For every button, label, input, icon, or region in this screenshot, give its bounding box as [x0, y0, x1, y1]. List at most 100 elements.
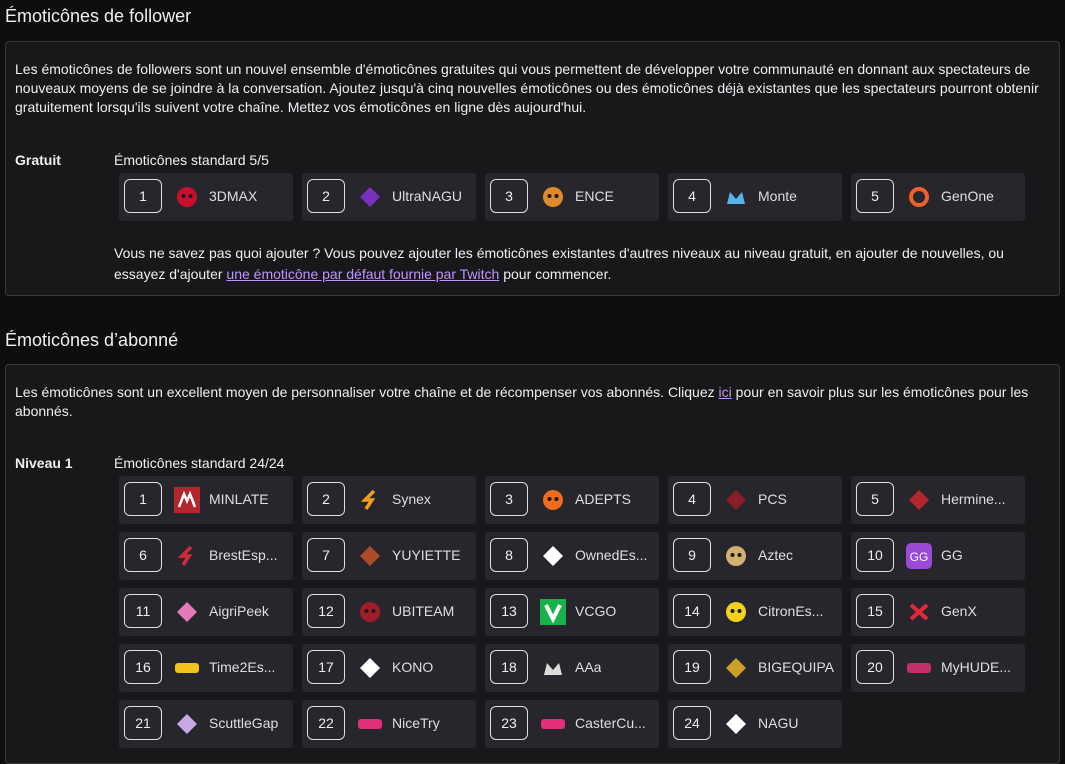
emote-name: GenOne: [941, 188, 994, 204]
emote-name: Synex: [392, 491, 431, 507]
white-ninja-icon: [722, 710, 750, 738]
emote-name: AigriPeek: [209, 603, 269, 619]
emote-name: VCGO: [575, 603, 617, 619]
emote-slot[interactable]: 8 OwnedEs...: [485, 532, 659, 580]
emote-slot[interactable]: 4 Monte: [668, 173, 842, 221]
emote-slot-number: 2: [307, 482, 345, 516]
emote-slot[interactable]: 1 MINLATE: [119, 476, 293, 524]
emote-slot[interactable]: 5 GenOne: [851, 173, 1025, 221]
orange-face-icon: [539, 183, 567, 211]
emote-slot[interactable]: 9 Aztec: [668, 532, 842, 580]
emote-slot[interactable]: 21 ScuttleGap: [119, 700, 293, 748]
emote-slot[interactable]: 3 ADEPTS: [485, 476, 659, 524]
help-text-end: pour commencer.: [499, 266, 612, 282]
emote-slot[interactable]: 23 CasterCu...: [485, 700, 659, 748]
emote-name: NiceTry: [392, 715, 440, 731]
emote-slot[interactable]: 18 AAa: [485, 644, 659, 692]
emote-slot-number: 13: [490, 594, 528, 628]
emote-slot-number: 6: [124, 538, 162, 572]
brown-horse-icon: [356, 542, 384, 570]
tier-1-label: Niveau 1: [15, 455, 73, 471]
subscriber-desc-start: Les émoticônes sont un excellent moyen d…: [15, 384, 719, 400]
red-ermine-icon: [905, 486, 933, 514]
emote-slot[interactable]: 10 GG GG: [851, 532, 1025, 580]
emote-name: MINLATE: [209, 491, 269, 507]
emote-slot[interactable]: 5 Hermine...: [851, 476, 1025, 524]
green-v-icon: [539, 598, 567, 626]
emote-name: PCS: [758, 491, 787, 507]
red-m-logo-icon: [173, 486, 201, 514]
emote-slot[interactable]: 3 ENCE: [485, 173, 659, 221]
emote-slot[interactable]: 12 UBITEAM: [302, 588, 476, 636]
emote-slot-number: 19: [673, 650, 711, 684]
emote-slot[interactable]: 2 Synex: [302, 476, 476, 524]
emote-slot-number: 1: [124, 482, 162, 516]
emote-slot[interactable]: 4 PCS: [668, 476, 842, 524]
emote-name: BrestEsp...: [209, 547, 278, 563]
emote-slot-number: 17: [307, 650, 345, 684]
pink-bird-icon: [173, 598, 201, 626]
emote-slot[interactable]: 20 MyHUDE...: [851, 644, 1025, 692]
emote-name: Aztec: [758, 547, 794, 563]
emote-name: BIGEQUIPA: [758, 659, 834, 675]
learn-more-link[interactable]: ici: [719, 384, 732, 400]
emote-slot[interactable]: 2 UltraNAGU: [302, 173, 476, 221]
yellow-lemon-icon: [722, 598, 750, 626]
red-crosshair-icon: [722, 486, 750, 514]
orange-ring-icon: [905, 183, 933, 211]
purple-gg-icon: GG: [905, 542, 933, 570]
emote-name: KONO: [392, 659, 434, 675]
subscriber-description: Les émoticônes sont un excellent moyen d…: [15, 383, 1055, 421]
emote-slot[interactable]: 24 NAGU: [668, 700, 842, 748]
emote-slot-number: 1: [124, 179, 162, 213]
emote-slot-number: 4: [673, 482, 711, 516]
white-swoosh-icon: [539, 542, 567, 570]
follower-help-text: Vous ne savez pas quoi ajouter ? Vous po…: [114, 243, 1059, 285]
emote-slot[interactable]: 22 NiceTry: [302, 700, 476, 748]
pink-text-icon: [356, 710, 384, 738]
emote-slot-number: 16: [124, 650, 162, 684]
emote-slot[interactable]: 17 KONO: [302, 644, 476, 692]
red-globe-icon: [356, 598, 384, 626]
emote-slot[interactable]: 15 GenX: [851, 588, 1025, 636]
blue-crown-icon: [722, 183, 750, 211]
emote-slot-number: 15: [856, 594, 894, 628]
pink-caster-icon: [539, 710, 567, 738]
follower-card: Les émoticônes de followers sont un nouv…: [5, 41, 1060, 296]
emote-name: Time2Es...: [209, 659, 276, 675]
red-b-icon: [173, 542, 201, 570]
emote-slot-number: 2: [307, 179, 345, 213]
follower-section-title: Émoticônes de follower: [5, 6, 192, 26]
emote-slot[interactable]: 7 YUYIETTE: [302, 532, 476, 580]
white-bird-icon: [356, 654, 384, 682]
emote-slot[interactable]: 14 CitronEs...: [668, 588, 842, 636]
emote-slot[interactable]: 11 AigriPeek: [119, 588, 293, 636]
emote-name: GG: [941, 547, 963, 563]
emote-name: YUYIETTE: [392, 547, 461, 563]
emote-slot-number: 21: [124, 706, 162, 740]
default-emote-link[interactable]: une émoticône par défaut fournie par Twi…: [226, 266, 499, 282]
emote-slot-number: 12: [307, 594, 345, 628]
emote-name: ENCE: [575, 188, 614, 204]
emote-name: ScuttleGap: [209, 715, 279, 731]
emote-slot[interactable]: 16 Time2Es...: [119, 644, 293, 692]
emote-name: CitronEs...: [758, 603, 824, 619]
emote-slot-number: 9: [673, 538, 711, 572]
emote-slot-number: 5: [856, 179, 894, 213]
emote-slot[interactable]: 6 BrestEsp...: [119, 532, 293, 580]
follower-description: Les émoticônes de followers sont un nouv…: [15, 61, 1039, 115]
emote-name: UBITEAM: [392, 603, 455, 619]
subscriber-emote-grid: 1 MINLATE 2 Synex 3 ADEPTS 4 PCS 5 Hermine... 6 Bre…: [119, 476, 1025, 748]
emote-name: UltraNAGU: [392, 188, 463, 204]
emote-slot[interactable]: 19 BIGEQUIPA: [668, 644, 842, 692]
emote-name: AAa: [575, 659, 602, 675]
free-tier-label: Gratuit: [15, 152, 61, 168]
emote-slot[interactable]: 1 3DMAX: [119, 173, 293, 221]
emote-name: OwnedEs...: [575, 547, 648, 563]
emote-slot-number: 4: [673, 179, 711, 213]
svg-text:GG: GG: [910, 550, 929, 564]
emote-name: ADEPTS: [575, 491, 632, 507]
emote-slot[interactable]: 13 VCGO: [485, 588, 659, 636]
emote-slot-number: 3: [490, 179, 528, 213]
emote-name: 3DMAX: [209, 188, 258, 204]
